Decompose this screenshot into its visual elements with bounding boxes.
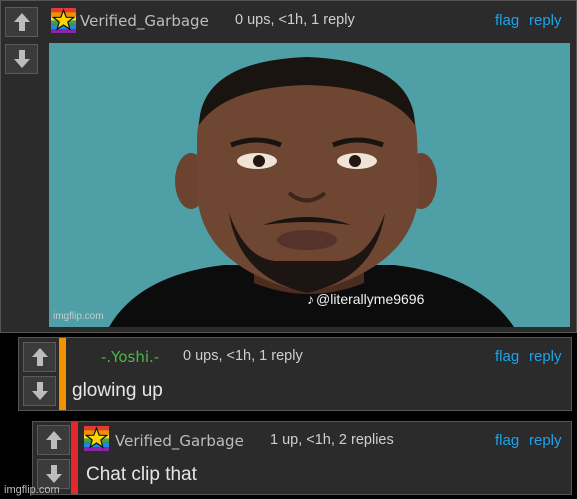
page-watermark: imgflip.com bbox=[4, 484, 60, 496]
comment-1: Verified_Garbage 0 ups, <1h, 1 reply fla… bbox=[0, 0, 577, 333]
reply-link[interactable]: reply bbox=[529, 348, 562, 365]
thread-accent-bar bbox=[71, 422, 78, 494]
comment-username[interactable]: Verified_Garbage bbox=[115, 432, 244, 450]
arrow-down-icon bbox=[45, 465, 62, 483]
comment-text: Chat clip that bbox=[86, 464, 197, 485]
rainbow-star-flair-icon bbox=[84, 426, 109, 451]
comment-2: -.Yoshi.- 0 ups, <1h, 1 reply flag reply… bbox=[18, 337, 572, 411]
comment-3: Verified_Garbage 1 up, <1h, 2 replies fl… bbox=[32, 421, 572, 495]
comment-meta: 1 up, <1h, 2 replies bbox=[270, 432, 394, 448]
reply-link[interactable]: reply bbox=[529, 432, 562, 449]
flag-link[interactable]: flag bbox=[495, 348, 519, 365]
comment-meta: 0 ups, <1h, 1 reply bbox=[235, 12, 355, 28]
comment-username[interactable]: -.Yoshi.- bbox=[101, 348, 159, 366]
rainbow-star-flair-icon bbox=[51, 8, 76, 33]
flag-link[interactable]: flag bbox=[495, 12, 519, 29]
upvote-button[interactable] bbox=[23, 342, 56, 372]
tiktok-icon: ♪ bbox=[307, 291, 314, 307]
arrow-up-icon bbox=[31, 348, 48, 366]
arrow-down-icon bbox=[31, 382, 48, 400]
arrow-up-icon bbox=[13, 13, 30, 31]
arrow-down-icon bbox=[13, 50, 30, 68]
tiktok-handle: @literallyme9696 bbox=[316, 291, 425, 307]
upvote-button[interactable] bbox=[5, 7, 38, 37]
comment-text: glowing up bbox=[72, 380, 163, 401]
upvote-button[interactable] bbox=[37, 425, 70, 455]
downvote-button[interactable] bbox=[23, 376, 56, 406]
downvote-button[interactable] bbox=[5, 44, 38, 74]
meme-image[interactable]: ♪ @literallyme9696 imgflip.com bbox=[49, 43, 570, 327]
comment-username[interactable]: Verified_Garbage bbox=[80, 12, 209, 30]
comment-meta: 0 ups, <1h, 1 reply bbox=[183, 348, 303, 364]
tiktok-watermark: ♪ @literallyme9696 bbox=[307, 291, 424, 307]
thread-accent-bar bbox=[59, 338, 66, 410]
reply-link[interactable]: reply bbox=[529, 12, 562, 29]
image-watermark: imgflip.com bbox=[53, 311, 104, 322]
flag-link[interactable]: flag bbox=[495, 432, 519, 449]
portrait-image bbox=[49, 43, 570, 327]
arrow-up-icon bbox=[45, 431, 62, 449]
